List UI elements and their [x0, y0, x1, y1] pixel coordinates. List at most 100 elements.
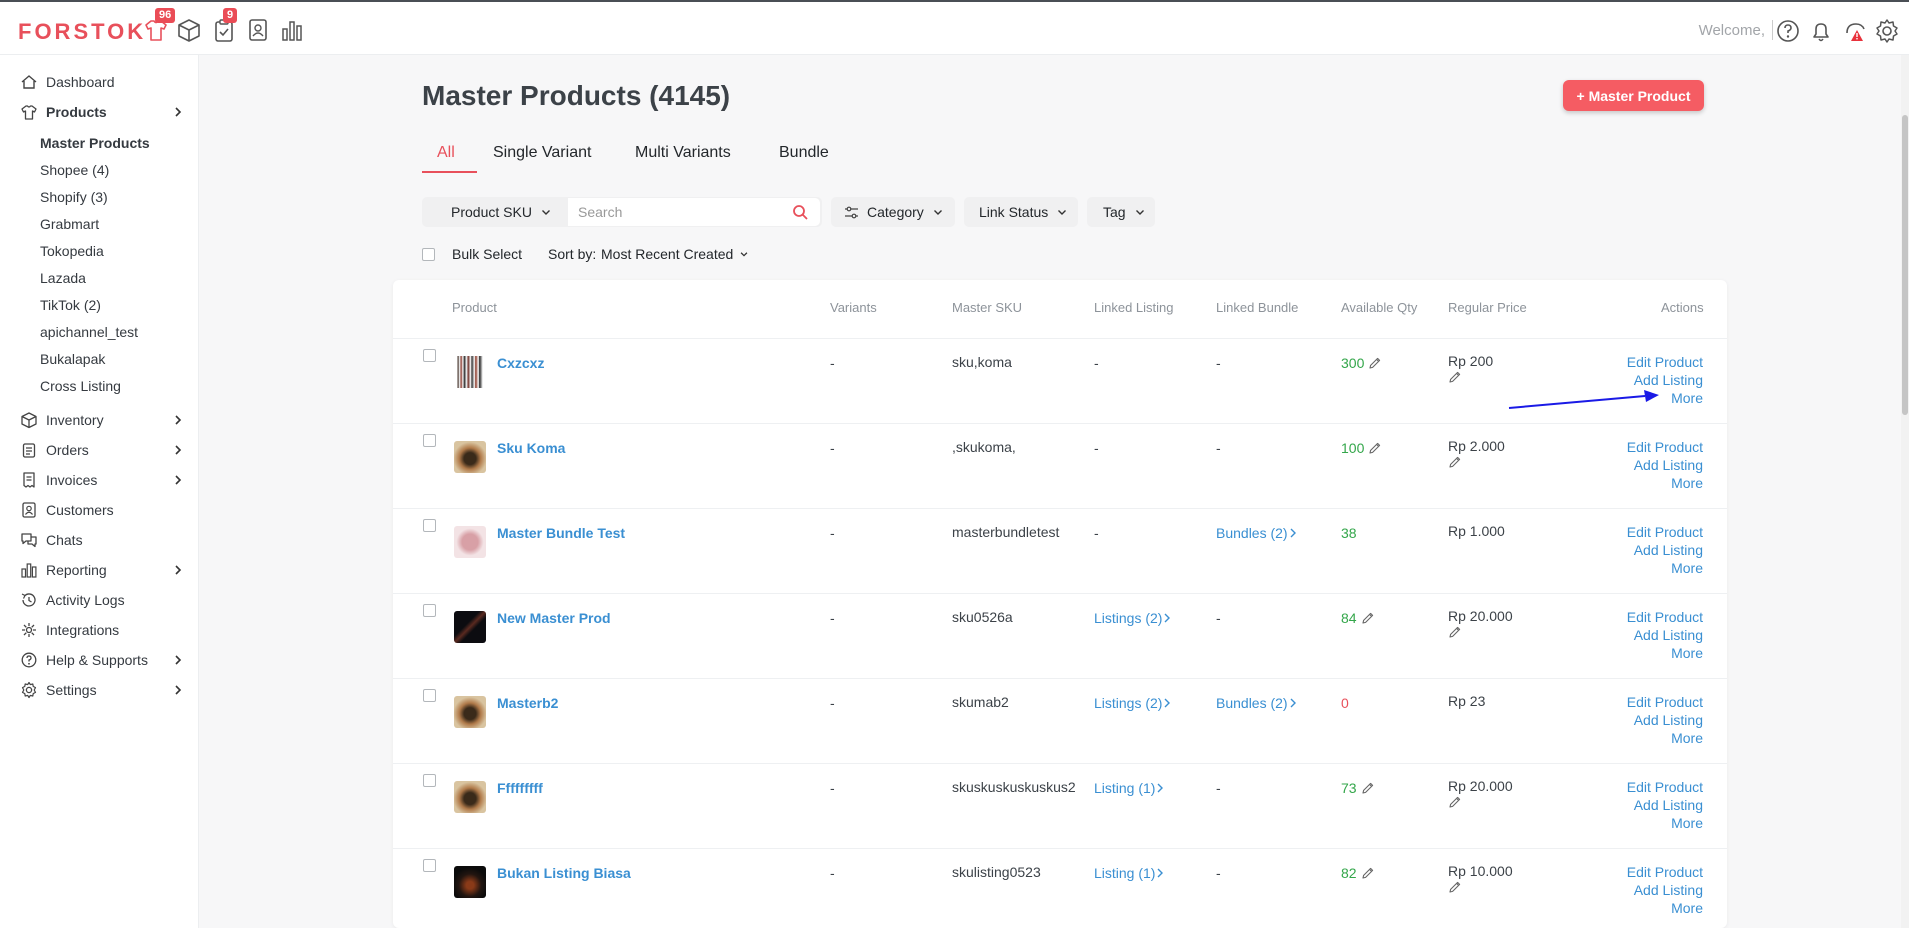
sidebar-item-activity-logs[interactable]: Activity Logs: [0, 587, 199, 613]
sidebar-sub-tokopedia[interactable]: Tokopedia: [40, 243, 104, 259]
edit-pencil-icon[interactable]: [1361, 611, 1375, 625]
sidebar-item-products[interactable]: Products: [0, 99, 199, 125]
edit-product-link[interactable]: Edit Product: [1627, 693, 1703, 711]
tag-filter[interactable]: Tag: [1087, 197, 1155, 227]
more-link[interactable]: More: [1627, 474, 1703, 492]
product-name-link[interactable]: Sku Koma: [497, 440, 565, 456]
add-listing-link[interactable]: Add Listing: [1627, 626, 1703, 644]
edit-pencil-icon[interactable]: [1368, 356, 1382, 370]
page-scrollbar[interactable]: [1901, 55, 1909, 928]
edit-product-link[interactable]: Edit Product: [1627, 523, 1703, 541]
sidebar-sub-apichannel[interactable]: apichannel_test: [40, 324, 138, 340]
more-link[interactable]: More: [1627, 644, 1703, 662]
edit-product-link[interactable]: Edit Product: [1627, 608, 1703, 626]
linked-listing-value[interactable]: Listings (2): [1094, 610, 1171, 626]
logo[interactable]: FORSTOK: [18, 19, 146, 45]
edit-product-link[interactable]: Edit Product: [1627, 778, 1703, 796]
tab-multi-variants[interactable]: Multi Variants: [635, 144, 731, 162]
linked-listing-value[interactable]: Listing (1): [1094, 780, 1164, 796]
sidebar-item-chats[interactable]: Chats: [0, 527, 199, 553]
price-edit[interactable]: [1444, 624, 1462, 642]
edit-pencil-icon[interactable]: [1361, 781, 1375, 795]
product-thumbnail[interactable]: [454, 526, 486, 558]
sidebar-item-inventory[interactable]: Inventory: [0, 407, 199, 433]
row-checkbox[interactable]: [423, 604, 436, 617]
sync-alert-icon[interactable]: [1843, 18, 1869, 44]
tab-all[interactable]: All: [437, 144, 455, 162]
price-edit[interactable]: [1444, 794, 1462, 812]
sidebar-item-invoices[interactable]: Invoices: [0, 467, 199, 493]
edit-pencil-icon[interactable]: [1448, 795, 1462, 809]
product-thumbnail[interactable]: [454, 441, 486, 473]
row-checkbox[interactable]: [423, 859, 436, 872]
sidebar-sub-shopify[interactable]: Shopify (3): [40, 189, 108, 205]
reports-shortcut-icon[interactable]: [279, 17, 305, 43]
sidebar-sub-cross-listing[interactable]: Cross Listing: [40, 378, 121, 394]
product-thumbnail[interactable]: [454, 781, 486, 813]
linked-listing-value[interactable]: Listing (1): [1094, 865, 1164, 881]
product-name-link[interactable]: Bukan Listing Biasa: [497, 865, 631, 881]
linked-bundle-value[interactable]: Bundles (2): [1216, 695, 1297, 711]
price-edit[interactable]: [1444, 454, 1462, 472]
edit-pencil-icon[interactable]: [1448, 625, 1462, 639]
price-edit[interactable]: [1444, 879, 1462, 897]
add-listing-link[interactable]: Add Listing: [1627, 371, 1703, 389]
add-listing-link[interactable]: Add Listing: [1627, 541, 1703, 559]
contacts-shortcut-icon[interactable]: [245, 17, 271, 43]
linked-bundle-value[interactable]: Bundles (2): [1216, 525, 1297, 541]
sidebar-item-orders[interactable]: Orders: [0, 437, 199, 463]
sidebar-sub-master-products[interactable]: Master Products: [40, 135, 150, 151]
add-listing-link[interactable]: Add Listing: [1627, 456, 1703, 474]
bulk-select-checkbox[interactable]: [422, 248, 435, 261]
scrollbar-thumb[interactable]: [1902, 115, 1908, 415]
edit-pencil-icon[interactable]: [1368, 441, 1382, 455]
products-shortcut-icon[interactable]: 96: [143, 8, 176, 43]
sidebar-item-dashboard[interactable]: Dashboard: [0, 69, 199, 95]
edit-product-link[interactable]: Edit Product: [1627, 353, 1703, 371]
price-edit[interactable]: [1444, 369, 1462, 387]
inventory-shortcut-icon[interactable]: [176, 17, 202, 43]
orders-shortcut-icon[interactable]: 9: [211, 8, 238, 43]
edit-pencil-icon[interactable]: [1448, 880, 1462, 894]
help-icon[interactable]: [1775, 18, 1801, 44]
row-checkbox[interactable]: [423, 434, 436, 447]
gear-icon[interactable]: [1874, 18, 1900, 44]
product-name-link[interactable]: Cxzcxz: [497, 355, 544, 371]
product-name-link[interactable]: Master Bundle Test: [497, 525, 625, 541]
search-icon[interactable]: [792, 204, 809, 221]
edit-pencil-icon[interactable]: [1448, 370, 1462, 384]
more-link[interactable]: More: [1627, 559, 1703, 577]
product-thumbnail[interactable]: [454, 356, 486, 388]
edit-pencil-icon[interactable]: [1361, 866, 1375, 880]
row-checkbox[interactable]: [423, 774, 436, 787]
add-listing-link[interactable]: Add Listing: [1627, 881, 1703, 899]
product-name-link[interactable]: Fffffffff: [497, 780, 543, 796]
add-listing-link[interactable]: Add Listing: [1627, 796, 1703, 814]
notification-bell-icon[interactable]: [1808, 18, 1834, 44]
linked-listing-value[interactable]: Listings (2): [1094, 695, 1171, 711]
more-link[interactable]: More: [1627, 814, 1703, 832]
product-thumbnail[interactable]: [454, 866, 486, 898]
edit-pencil-icon[interactable]: [1448, 455, 1462, 469]
edit-product-link[interactable]: Edit Product: [1627, 863, 1703, 881]
edit-product-link[interactable]: Edit Product: [1627, 438, 1703, 456]
row-checkbox[interactable]: [423, 689, 436, 702]
sidebar-sub-bukalapak[interactable]: Bukalapak: [40, 351, 105, 367]
search-input[interactable]: [568, 198, 820, 226]
sidebar-item-help-supports[interactable]: Help & Supports: [0, 647, 199, 673]
tab-single-variant[interactable]: Single Variant: [493, 144, 591, 162]
add-master-product-button[interactable]: + Master Product: [1563, 80, 1704, 111]
sidebar-sub-tiktok[interactable]: TikTok (2): [40, 297, 101, 313]
sidebar-item-customers[interactable]: Customers: [0, 497, 199, 523]
sidebar-sub-lazada[interactable]: Lazada: [40, 270, 86, 286]
product-name-link[interactable]: New Master Prod: [497, 610, 611, 626]
more-link[interactable]: More: [1627, 899, 1703, 917]
sort-select[interactable]: Most Recent Created: [601, 246, 749, 262]
link-status-filter[interactable]: Link Status: [964, 197, 1078, 227]
row-checkbox[interactable]: [423, 349, 436, 362]
row-checkbox[interactable]: [423, 519, 436, 532]
sidebar-item-integrations[interactable]: Integrations: [0, 617, 199, 643]
sidebar-item-settings[interactable]: Settings: [0, 677, 199, 703]
sidebar-sub-grabmart[interactable]: Grabmart: [40, 216, 99, 232]
product-thumbnail[interactable]: [454, 696, 486, 728]
